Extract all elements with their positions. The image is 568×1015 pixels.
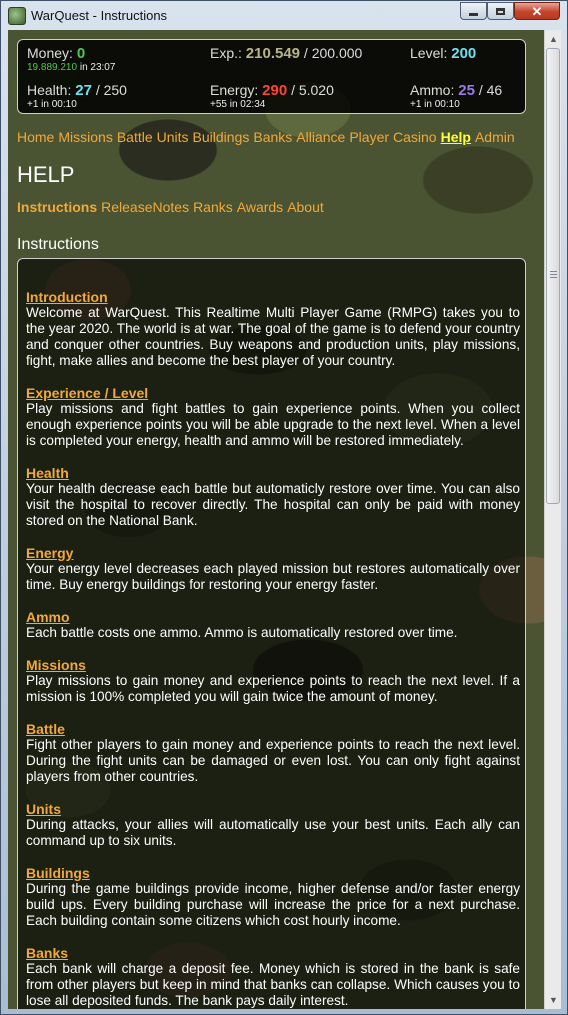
help-section: Introduction Welcome at WarQuest. This Re…	[26, 289, 520, 369]
help-section: Buildings During the game buildings provi…	[26, 865, 520, 929]
help-section: Ammo Each battle costs one ammo. Ammo is …	[26, 609, 520, 641]
subnav-link-ranks[interactable]: Ranks	[193, 199, 233, 215]
level-stat: Level: 200	[410, 45, 476, 62]
help-section: Units During attacks, your allies will au…	[26, 801, 520, 849]
close-icon: ✕	[531, 3, 543, 19]
help-section-title[interactable]: Buildings	[26, 865, 520, 881]
help-section-title[interactable]: Banks	[26, 945, 520, 961]
help-section-title[interactable]: Introduction	[26, 289, 520, 305]
health-value: 27	[75, 82, 92, 99]
subnav-link-awards[interactable]: Awards	[237, 199, 283, 215]
help-section-text: Your health decrease each battle but aut…	[26, 481, 520, 528]
money-label: Money:	[27, 45, 73, 61]
nav-link-casino[interactable]: Casino	[393, 129, 437, 145]
help-section-text: Each bank will charge a deposit fee. Mon…	[26, 961, 520, 1008]
help-section: Energy Your energy level decreases each p…	[26, 545, 520, 593]
ammo-regen: +1 in 00:10	[410, 99, 460, 110]
money-stat: Money: 0 19.889.210 in 23:07	[27, 45, 115, 73]
energy-stat: Energy: 290 / 5.020 +55 in 02:34	[210, 82, 334, 110]
minimize-button[interactable]	[460, 2, 487, 20]
grip-line	[550, 271, 557, 272]
health-stat: Health: 27 / 250 +1 in 00:10	[27, 82, 127, 110]
help-section-text: Play missions to gain money and experien…	[26, 673, 520, 704]
scroll-up-icon[interactable]: ▲	[546, 31, 561, 47]
help-section-text: Fight other players to gain money and ex…	[26, 737, 520, 784]
help-section-title[interactable]: Missions	[26, 657, 520, 673]
scroll-thumb[interactable]	[546, 48, 560, 504]
nav-link-battle[interactable]: Battle	[117, 129, 153, 145]
level-value: 200	[451, 45, 477, 62]
help-section-text: Your energy level decreases each played …	[26, 561, 520, 592]
help-section: Banks Each bank will charge a deposit fee…	[26, 945, 520, 1009]
help-section: Missions Play missions to gain money and …	[26, 657, 520, 705]
help-section-title[interactable]: Ammo	[26, 609, 520, 625]
app-icon	[8, 7, 26, 25]
health-label: Health:	[27, 82, 72, 98]
energy-total: / 5.020	[291, 82, 334, 98]
help-section-title[interactable]: Units	[26, 801, 520, 817]
nav-link-alliance[interactable]: Alliance	[296, 129, 345, 145]
subnav-link-releasenotes[interactable]: ReleaseNotes	[101, 199, 189, 215]
nav-link-help[interactable]: Help	[441, 129, 471, 145]
level-label: Level:	[410, 45, 448, 61]
minimize-icon	[469, 12, 478, 16]
money-value: 0	[76, 45, 86, 62]
section-title: Instructions	[17, 236, 99, 253]
help-subnav: Instructions ReleaseNotes Ranks Awards About	[17, 199, 328, 215]
nav-link-home[interactable]: Home	[17, 129, 54, 145]
help-section: Battle Fight other players to gain money …	[26, 721, 520, 785]
help-section-text: During the game buildings provide income…	[26, 881, 520, 928]
help-section-text: Welcome at WarQuest. This Realtime Multi…	[26, 305, 520, 368]
help-section-title[interactable]: Battle	[26, 721, 520, 737]
ammo-label: Ammo:	[410, 82, 455, 98]
nav-link-units[interactable]: Units	[157, 129, 189, 145]
money-income: 19.889.210 in 23:07	[27, 62, 115, 73]
help-section-title[interactable]: Energy	[26, 545, 520, 561]
help-section-text: During attacks, your allies will automat…	[26, 817, 520, 848]
close-button[interactable]: ✕	[514, 2, 560, 20]
maximize-button[interactable]	[487, 2, 514, 20]
nav-link-admin[interactable]: Admin	[475, 129, 515, 145]
title-bar[interactable]: WarQuest - Instructions ✕	[1, 1, 567, 29]
instructions-panel: Introduction Welcome at WarQuest. This Re…	[17, 258, 526, 1009]
money-income-amount: 19.889.210	[27, 62, 78, 73]
ammo-total: / 46	[478, 82, 503, 98]
help-section-title[interactable]: Experience / Level	[26, 385, 520, 401]
ammo-stat: Ammo: 25 / 46 +1 in 00:10	[410, 82, 503, 110]
grip-line	[550, 274, 557, 275]
page-content: Money: 0 19.889.210 in 23:07 Exp.: 210.5…	[8, 30, 561, 1009]
energy-value: 290	[262, 82, 288, 99]
energy-label: Energy:	[210, 82, 259, 98]
ammo-value: 25	[458, 82, 475, 99]
status-panel: Money: 0 19.889.210 in 23:07 Exp.: 210.5…	[17, 39, 526, 114]
help-section: Health Your health decrease each battle b…	[26, 465, 520, 529]
help-section: Experience / Level Play missions and figh…	[26, 385, 520, 449]
exp-value: 210.549	[245, 45, 301, 62]
subnav-link-about[interactable]: About	[287, 199, 324, 215]
nav-link-missions[interactable]: Missions	[58, 129, 112, 145]
subnav-link-instructions[interactable]: Instructions	[17, 199, 97, 215]
nav-link-banks[interactable]: Banks	[253, 129, 292, 145]
app-window: WarQuest - Instructions ✕ Money: 0 19.88…	[0, 0, 568, 1015]
page-title: HELP	[17, 162, 75, 187]
exp-label: Exp.:	[210, 45, 242, 61]
vertical-scrollbar[interactable]: ▲ ▼	[544, 30, 561, 1009]
health-regen: +1 in 00:10	[27, 99, 77, 110]
help-section-title[interactable]: Health	[26, 465, 520, 481]
grip-line	[550, 277, 557, 278]
help-section-text: Play missions and fight battles to gain …	[26, 401, 520, 448]
window-title: WarQuest - Instructions	[31, 8, 168, 23]
scroll-down-icon[interactable]: ▼	[546, 992, 561, 1008]
exp-stat: Exp.: 210.549 / 200.000	[210, 45, 362, 62]
nav-link-buildings[interactable]: Buildings	[193, 129, 250, 145]
money-income-time: in 23:07	[79, 62, 116, 73]
help-section-text: Each battle costs one ammo. Ammo is auto…	[26, 625, 458, 640]
exp-total: / 200.000	[303, 45, 363, 61]
health-total: / 250	[95, 82, 127, 98]
maximize-icon	[496, 7, 505, 15]
energy-regen: +55 in 02:34	[210, 99, 266, 110]
nav-link-player[interactable]: Player	[349, 129, 389, 145]
main-nav: Home Missions Battle Units Buildings Banks All…	[17, 129, 519, 145]
